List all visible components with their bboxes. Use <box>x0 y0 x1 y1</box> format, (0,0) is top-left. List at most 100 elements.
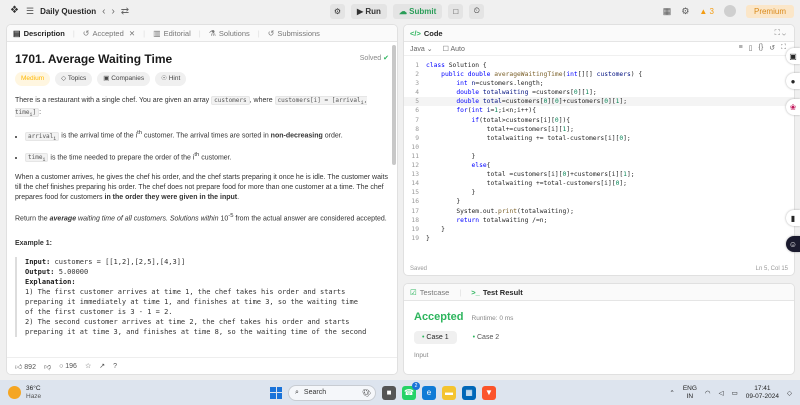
paragraph-return: Return the average waiting time of all c… <box>15 213 387 223</box>
reset-icon[interactable]: ↺ <box>769 44 775 52</box>
tab-test-result[interactable]: >_ Test Result <box>471 288 522 297</box>
tab-description[interactable]: ▤ Description <box>13 29 65 38</box>
scrollbar[interactable] <box>392 45 396 165</box>
star-icon[interactable]: ☆ <box>85 362 91 370</box>
brave-icon[interactable]: ▼ <box>482 385 496 400</box>
result-panel: ☑ Testcase | >_ Test Result Accepted Runti… <box>403 283 795 375</box>
layout-icon[interactable]: ▦ <box>663 6 672 17</box>
topics-chip[interactable]: ◇ Topics <box>55 72 93 86</box>
timer-button[interactable]: ⏲ <box>469 3 485 19</box>
side-book-icon[interactable]: ▮ <box>786 210 800 226</box>
maximize-icon[interactable]: ⛶ ⌄ <box>775 28 786 38</box>
cursor-position: Ln 5, Col 15 <box>755 266 788 272</box>
tab-solutions[interactable]: ⚗ Solutions <box>209 29 250 38</box>
windows-start-icon[interactable] <box>270 386 282 399</box>
format-icon[interactable]: ≡ <box>739 44 743 52</box>
volume-icon[interactable]: ◁ <box>719 389 724 397</box>
system-tray: ⌃ ENG IN ◠ ◁ ▭ 17:41 09-07-2024 ◇ <box>669 385 792 401</box>
description-footer: 👍︎ 892 👎︎ ○ 196 ☆ ↗ ? <box>7 357 397 374</box>
share-icon[interactable]: ↗ <box>99 362 105 370</box>
leetcode-logo-icon[interactable]: ❖ <box>10 5 20 17</box>
flask-icon: ⚗ <box>208 28 216 38</box>
taskbar-search[interactable]: ⌕ Search 🎨︎ <box>288 384 376 401</box>
history-icon: ↺ <box>267 28 275 38</box>
tab-submissions[interactable]: ↺ Submissions <box>268 29 320 38</box>
code-icon: </> <box>410 28 421 38</box>
battery-icon[interactable]: ▭ <box>732 389 738 397</box>
autocomplete-toggle[interactable]: ☐ Auto <box>443 45 465 53</box>
windows-taskbar: 36°C Haze ⌕ Search 🎨︎ ■ ☎ 2 e ▬ ▦ ▼ ⌃ ENG IN… <box>0 380 800 405</box>
hint-chip[interactable]: ☉ Hint <box>155 72 187 86</box>
bookmark-icon[interactable]: ▯ <box>749 44 753 52</box>
dislike-button[interactable]: 👎︎ <box>44 362 51 371</box>
side-bot-icon[interactable]: ☺ <box>786 236 800 252</box>
comments-button[interactable]: ○ 196 <box>59 363 77 370</box>
store-icon[interactable]: ▦ <box>462 385 476 400</box>
case-1-button[interactable]: • Case 1 <box>414 331 457 344</box>
prev-problem-icon[interactable]: ‹ <box>102 6 105 17</box>
wifi-icon[interactable]: ◠ <box>705 389 711 397</box>
code-editor-panel: </> Code ⛶ ⌄ Java ⌄ ☐ Auto ≡ ▯ {} ↺ ⛶ 1 cl… <box>403 24 795 276</box>
notes-button[interactable]: □ <box>448 3 464 19</box>
close-icon[interactable]: ✕ <box>127 29 135 38</box>
settings-icon[interactable]: ⚙ <box>681 6 689 17</box>
tab-editorial[interactable]: ▥ Editorial <box>153 29 191 38</box>
chevron-up-icon[interactable]: ⌃ <box>669 389 674 397</box>
saved-status: Saved <box>410 266 428 272</box>
problem-description: 1701. Average Waiting Time Solved ✔ Medi… <box>7 42 397 357</box>
braces-icon[interactable]: {} <box>759 44 764 52</box>
edge-icon[interactable]: e <box>422 385 436 400</box>
help-icon[interactable]: ? <box>113 363 117 370</box>
taskbar-center: ⌕ Search 🎨︎ ■ ☎ 2 e ▬ ▦ ▼ <box>270 381 496 401</box>
streak-fire-icon[interactable]: ▲ 23 <box>699 7 714 16</box>
avatar[interactable] <box>723 5 736 17</box>
shuffle-icon[interactable]: ⇄ <box>121 6 129 17</box>
tab-testcase[interactable]: ☑ Testcase <box>410 288 449 297</box>
daily-question-title[interactable]: Daily Question <box>40 7 96 16</box>
premium-button[interactable]: Premium <box>745 4 794 18</box>
debug-button[interactable]: ⚙ <box>330 3 345 19</box>
weather-widget[interactable]: 36°C Haze <box>0 385 41 401</box>
tab-code[interactable]: </> Code <box>410 29 443 38</box>
side-feature-icon[interactable]: ● <box>786 73 800 89</box>
problem-tags: Medium ◇ Topics ▣ Companies ☉ Hint <box>15 72 389 86</box>
code-area[interactable]: 1 class Solution { 2 public double averag… <box>404 61 794 243</box>
fullscreen-icon[interactable]: ⛶ <box>781 44 786 52</box>
notification-bell-icon[interactable]: ◇ <box>787 389 792 397</box>
tab-accepted[interactable]: ↺ Accepted ✕ <box>83 29 135 38</box>
paragraph-rules: When a customer arrives, he gives the ch… <box>15 174 388 202</box>
tag-icon: ◇ <box>61 75 68 82</box>
task-view-icon[interactable]: ■ <box>382 385 396 400</box>
case-tabs: • Case 1 • Case 2 <box>414 331 784 344</box>
book-icon: ▥ <box>153 28 161 38</box>
editor-toolbar: Java ⌄ ☐ Auto <box>404 42 794 56</box>
submit-button[interactable]: ☁ Submit <box>392 3 443 19</box>
file-explorer-icon[interactable]: ▬ <box>442 385 456 400</box>
like-button[interactable]: 👍︎ 892 <box>15 362 36 371</box>
search-icon: ⌕ <box>295 388 299 396</box>
side-app-icon[interactable]: ❀ <box>786 99 800 115</box>
runtime-label: Runtime: 0 ms <box>471 315 514 322</box>
side-panel-icon[interactable]: ▣ <box>786 48 800 64</box>
companies-chip[interactable]: ▣ Companies <box>97 72 151 86</box>
terminal-icon: >_ <box>471 287 480 297</box>
case-2-button[interactable]: • Case 2 <box>465 331 508 344</box>
next-problem-icon[interactable]: › <box>111 6 114 17</box>
problem-list-icon[interactable]: ☰ <box>26 6 34 17</box>
input-label: Input <box>414 352 429 359</box>
whatsapp-icon[interactable]: ☎ 2 <box>402 381 420 400</box>
checkbox-icon: ☑ <box>410 287 417 297</box>
language-indicator[interactable]: ENG IN <box>683 385 697 401</box>
code-tab-bar: </> Code ⛶ ⌄ <box>404 25 794 42</box>
description-panel: ▤ Description | ↺ Accepted ✕ | ▥ Editorial … <box>6 24 398 375</box>
haze-icon <box>8 386 21 399</box>
example-title: Example 1: <box>15 239 52 247</box>
language-select[interactable]: Java ⌄ <box>410 45 433 53</box>
clock[interactable]: 17:41 09-07-2024 <box>746 385 779 401</box>
run-button[interactable]: ▶ Run <box>351 3 387 19</box>
cloud-upload-icon: ☁ <box>398 6 410 16</box>
notification-badge: 2 <box>412 381 420 390</box>
history-icon: ↺ <box>82 28 90 38</box>
play-icon: ▶ <box>357 6 366 16</box>
result-tabs: ☑ Testcase | >_ Test Result <box>404 284 794 301</box>
